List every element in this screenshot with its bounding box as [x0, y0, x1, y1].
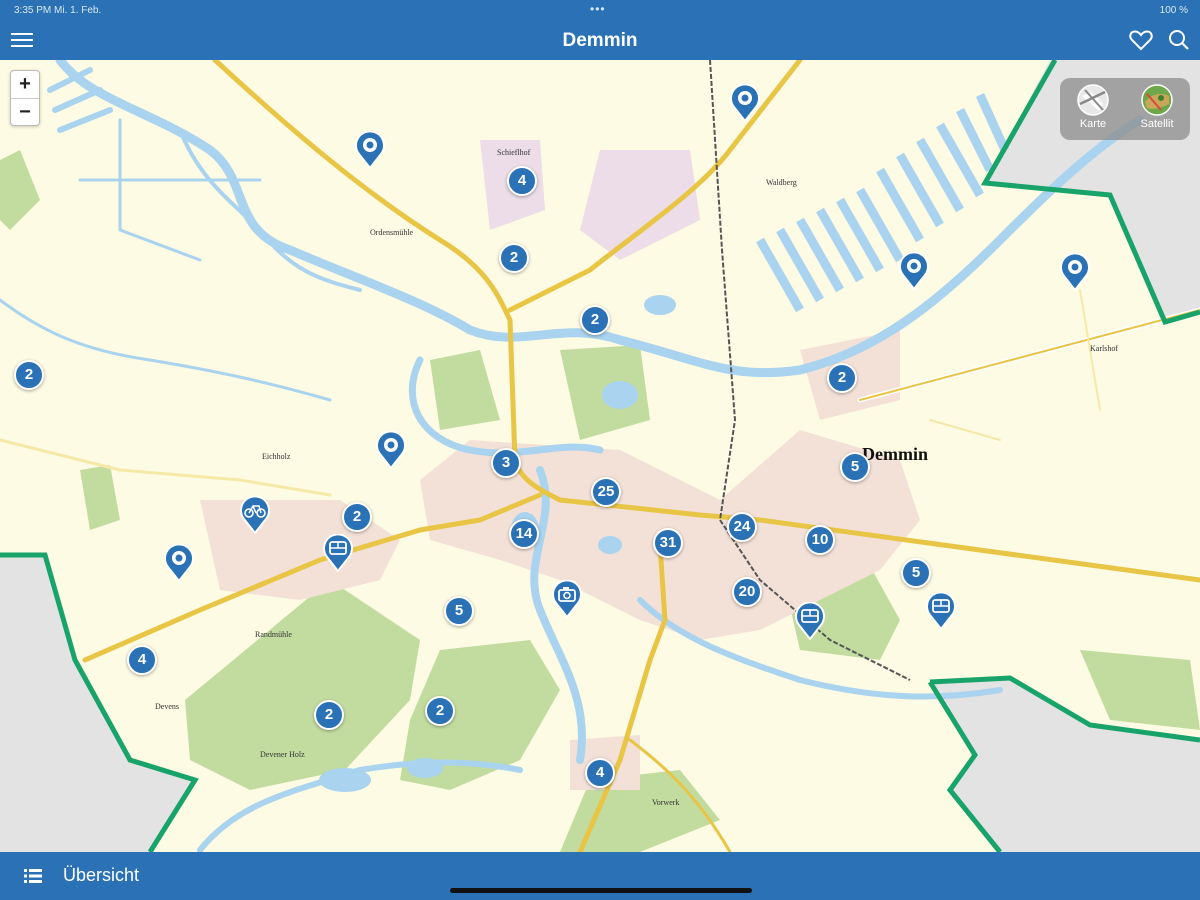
- poi-marker-icon[interactable]: [730, 84, 760, 122]
- cluster-marker[interactable]: 4: [127, 645, 157, 675]
- overview-button[interactable]: Übersicht: [63, 865, 139, 886]
- poi-marker-icon[interactable]: [376, 431, 406, 469]
- place-label: Karlshof: [1090, 344, 1118, 353]
- map-layer-button[interactable]: Karte: [1064, 84, 1122, 130]
- poi-marker-icon[interactable]: [899, 252, 929, 290]
- cluster-marker[interactable]: 4: [507, 166, 537, 196]
- cluster-marker[interactable]: 2: [342, 502, 372, 532]
- cluster-marker[interactable]: 14: [509, 519, 539, 549]
- cluster-marker[interactable]: 2: [499, 243, 529, 273]
- place-label: Ordensmühle: [370, 228, 414, 237]
- cluster-marker[interactable]: 5: [840, 452, 870, 482]
- bike-marker-icon[interactable]: [240, 496, 270, 534]
- cluster-marker[interactable]: 2: [580, 305, 610, 335]
- status-time: 3:35 PM Mi. 1. Feb.: [14, 5, 102, 16]
- poi-marker-icon[interactable]: [1060, 253, 1090, 291]
- page-title: Demmin: [562, 30, 638, 51]
- multitasking-dots-icon[interactable]: •••: [590, 2, 606, 16]
- heart-icon[interactable]: [1129, 29, 1153, 56]
- cluster-marker[interactable]: 4: [585, 758, 615, 788]
- cluster-marker[interactable]: 31: [653, 528, 683, 558]
- place-label: Eichholz: [262, 452, 291, 461]
- cluster-marker[interactable]: 24: [727, 512, 757, 542]
- satellite-layer-icon: [1141, 84, 1173, 116]
- poi-marker-icon[interactable]: [164, 544, 194, 582]
- place-label: Vorwerk: [652, 798, 680, 807]
- bus-marker-icon[interactable]: [323, 534, 353, 572]
- map-view[interactable]: Waldberg Karlshof Ordensmühle Devens Vor…: [0, 60, 1200, 852]
- navigation-bar: Demmin: [0, 22, 1200, 60]
- cluster-marker[interactable]: 25: [591, 477, 621, 507]
- search-icon[interactable]: [1168, 29, 1190, 56]
- cluster-marker[interactable]: 2: [425, 696, 455, 726]
- cluster-marker[interactable]: 20: [732, 577, 762, 607]
- list-icon[interactable]: [24, 868, 42, 889]
- map-layer-label: Karte: [1079, 118, 1107, 130]
- layer-switcher: Karte Satellit: [1060, 78, 1190, 140]
- camera-marker-icon[interactable]: [552, 580, 582, 618]
- place-label: Randmühle: [255, 630, 292, 639]
- map-layer-icon: [1077, 84, 1109, 116]
- battery-status: 100 %: [1159, 5, 1188, 16]
- cluster-marker[interactable]: 3: [491, 448, 521, 478]
- zoom-out-button[interactable]: −: [11, 98, 39, 126]
- cluster-marker[interactable]: 2: [314, 700, 344, 730]
- bus-marker-icon[interactable]: [926, 592, 956, 630]
- cluster-marker[interactable]: 10: [805, 525, 835, 555]
- town-label: Demmin: [862, 444, 928, 464]
- zoom-in-button[interactable]: +: [11, 71, 39, 98]
- cluster-marker[interactable]: 5: [444, 596, 474, 626]
- place-label: Devens: [155, 702, 179, 711]
- place-label: Devener Holz: [260, 750, 305, 759]
- bus-marker-icon[interactable]: [795, 602, 825, 640]
- map-tiles: [0, 60, 1200, 852]
- poi-marker-icon[interactable]: [355, 131, 385, 169]
- satellite-layer-label: Satellit: [1140, 118, 1174, 130]
- zoom-control: + −: [10, 70, 40, 126]
- cluster-marker[interactable]: 2: [14, 360, 44, 390]
- cluster-marker[interactable]: 5: [901, 558, 931, 588]
- place-label: Waldberg: [766, 178, 797, 187]
- cluster-marker[interactable]: 2: [827, 363, 857, 393]
- satellite-layer-button[interactable]: Satellit: [1128, 84, 1186, 130]
- status-bar: 3:35 PM Mi. 1. Feb. ••• 100 %: [0, 0, 1200, 22]
- home-indicator[interactable]: [450, 888, 752, 893]
- place-label: Schieflhof: [497, 148, 531, 157]
